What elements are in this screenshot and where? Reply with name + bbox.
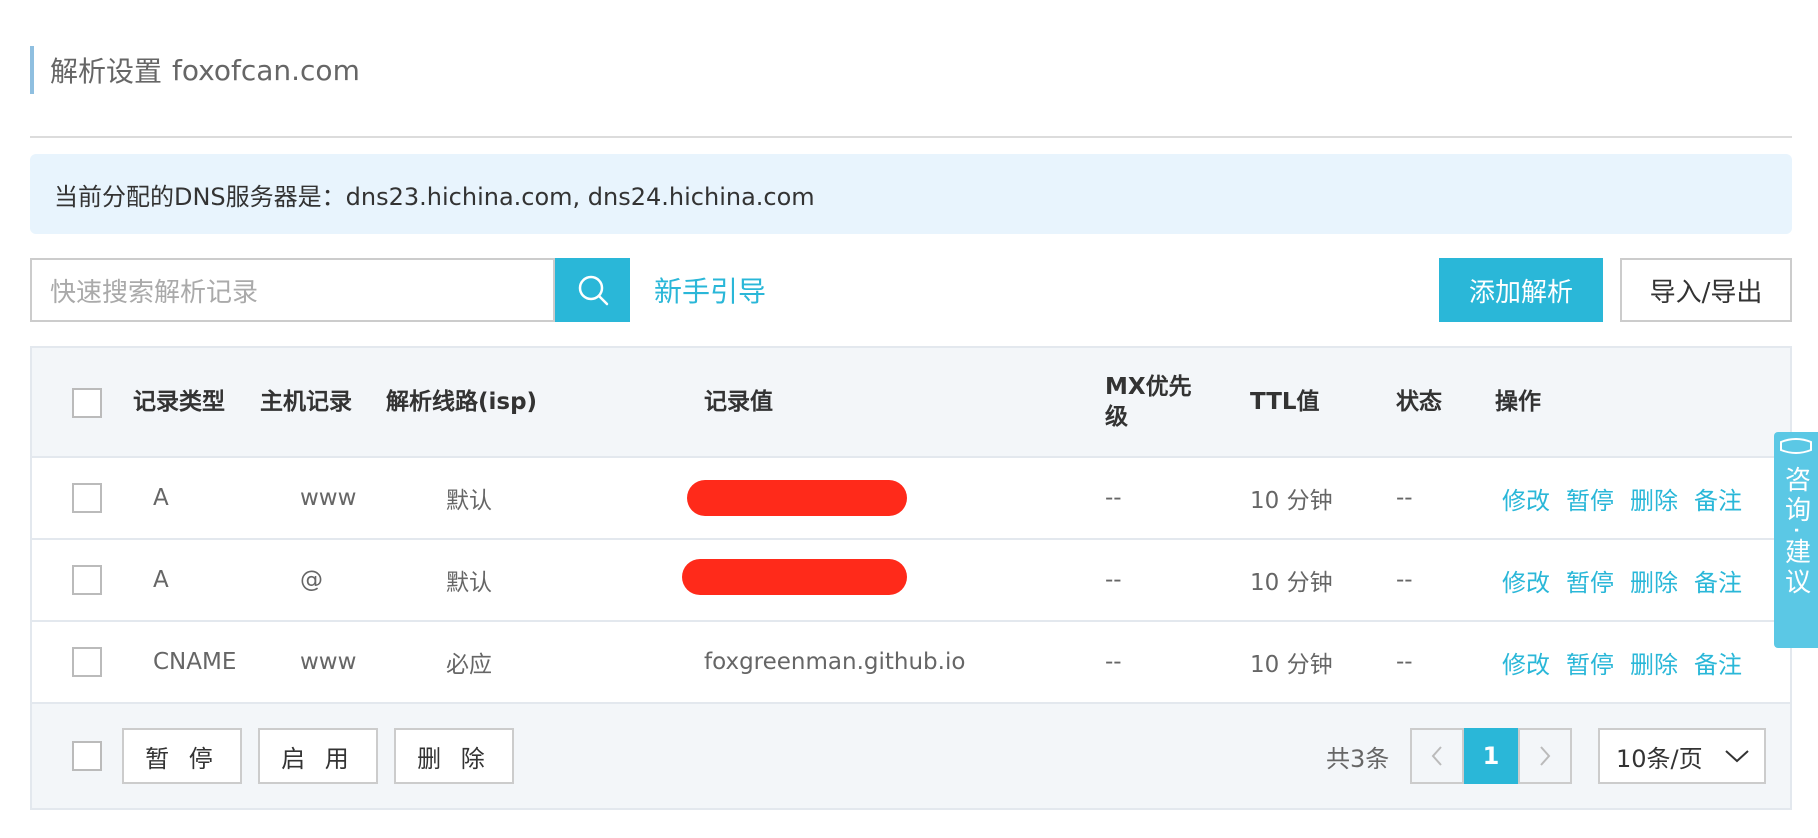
chat-icon xyxy=(1780,438,1812,454)
search-button[interactable] xyxy=(555,258,630,322)
page-title: 解析设置 foxofcan.com xyxy=(30,46,360,94)
cell-mx: -- xyxy=(1105,485,1122,511)
cell-ttl: 10 分钟 xyxy=(1250,570,1333,596)
header-operations: 操作 xyxy=(1495,389,1541,415)
page-1-button[interactable]: 1 xyxy=(1464,728,1518,784)
chevron-down-icon xyxy=(1725,750,1749,763)
search-icon xyxy=(578,275,608,306)
title-divider xyxy=(30,136,1792,138)
table-header: 记录类型 主机记录 解析线路(isp) 记录值 MX优先级 TTL值 状态 操作 xyxy=(32,348,1790,458)
edit-link[interactable]: 修改 xyxy=(1502,481,1550,516)
pagination: 1 xyxy=(1410,728,1572,784)
cell-ttl: 10 分钟 xyxy=(1250,652,1333,678)
delete-link[interactable]: 删除 xyxy=(1630,645,1678,680)
table-row: CNAME www 必应 foxgreenman.github.io -- 10… xyxy=(32,622,1790,704)
prev-page-button[interactable] xyxy=(1410,728,1464,784)
table-row: A @ 默认 -- 10 分钟 -- 修改 暂停 删除 备注 xyxy=(32,540,1790,622)
delete-link[interactable]: 删除 xyxy=(1630,563,1678,598)
cell-status: -- xyxy=(1396,485,1413,511)
table-footer: 暂 停 启 用 删 除 共3条 1 10条/页 xyxy=(32,704,1790,808)
row-checkbox[interactable] xyxy=(72,483,102,513)
table-row: A www 默认 -- 10 分钟 -- 修改 暂停 删除 备注 xyxy=(32,458,1790,540)
cell-status: -- xyxy=(1396,649,1413,675)
next-page-button[interactable] xyxy=(1518,728,1572,784)
batch-enable-button[interactable]: 启 用 xyxy=(258,728,378,784)
header-record-type: 记录类型 xyxy=(133,389,225,415)
cell-type: A xyxy=(153,485,169,511)
cell-host: www xyxy=(300,485,357,511)
page-title-label: 解析设置 xyxy=(50,55,163,88)
header-status: 状态 xyxy=(1396,389,1442,415)
cell-ttl: 10 分钟 xyxy=(1250,488,1333,514)
dns-records-table: 记录类型 主机记录 解析线路(isp) 记录值 MX优先级 TTL值 状态 操作… xyxy=(30,346,1792,810)
note-link[interactable]: 备注 xyxy=(1694,645,1742,680)
cell-mx: -- xyxy=(1105,567,1122,593)
pause-link[interactable]: 暂停 xyxy=(1566,563,1614,598)
cell-value: foxgreenman.github.io xyxy=(704,649,966,675)
row-checkbox[interactable] xyxy=(72,565,102,595)
header-ttl: TTL值 xyxy=(1250,389,1320,415)
redacted-value xyxy=(687,480,907,516)
beginner-guide-link[interactable]: 新手引导 xyxy=(654,266,766,314)
cell-actions: 修改 暂停 删除 备注 xyxy=(1502,622,1758,702)
cell-line: 默认 xyxy=(446,570,492,596)
page-title-domain: foxofcan.com xyxy=(172,53,360,87)
cell-host: www xyxy=(300,649,357,675)
pause-link[interactable]: 暂停 xyxy=(1566,481,1614,516)
total-count: 共3条 xyxy=(1326,744,1390,773)
dns-info-banner: 当前分配的DNS服务器是：dns23.hichina.com, dns24.hi… xyxy=(30,154,1792,234)
search-input[interactable]: 快速搜索解析记录 xyxy=(30,258,555,322)
add-record-button[interactable]: 添加解析 xyxy=(1439,258,1603,322)
cell-status: -- xyxy=(1396,567,1413,593)
import-export-button[interactable]: 导入/导出 xyxy=(1620,258,1792,322)
header-host: 主机记录 xyxy=(260,389,352,415)
redacted-value xyxy=(682,559,907,595)
dns-info-text: 当前分配的DNS服务器是：dns23.hichina.com, dns24.hi… xyxy=(54,182,815,211)
cell-type: A xyxy=(153,567,169,593)
cell-line: 默认 xyxy=(446,488,492,514)
cell-actions: 修改 暂停 删除 备注 xyxy=(1502,540,1758,620)
cell-type: CNAME xyxy=(153,649,237,675)
edit-link[interactable]: 修改 xyxy=(1502,645,1550,680)
edit-link[interactable]: 修改 xyxy=(1502,563,1550,598)
header-line: 解析线路(isp) xyxy=(386,389,538,415)
batch-pause-button[interactable]: 暂 停 xyxy=(122,728,242,784)
page-size-select[interactable]: 10条/页 xyxy=(1598,728,1766,784)
cell-mx: -- xyxy=(1105,649,1122,675)
header-mx-priority: MX优先级 xyxy=(1105,374,1192,430)
cell-line: 必应 xyxy=(446,652,492,678)
consult-label: 咨询·建议 xyxy=(1780,466,1811,599)
batch-delete-button[interactable]: 删 除 xyxy=(394,728,514,784)
chevron-right-icon xyxy=(1540,746,1551,766)
select-all-checkbox[interactable] xyxy=(72,388,102,418)
header-value: 记录值 xyxy=(704,389,773,415)
row-checkbox[interactable] xyxy=(72,647,102,677)
cell-host: @ xyxy=(300,567,323,593)
footer-select-all-checkbox[interactable] xyxy=(72,741,102,771)
delete-link[interactable]: 删除 xyxy=(1630,481,1678,516)
page-size-value: 10条/页 xyxy=(1616,744,1703,773)
search-placeholder: 快速搜索解析记录 xyxy=(50,277,259,308)
note-link[interactable]: 备注 xyxy=(1694,481,1742,516)
chevron-left-icon xyxy=(1431,746,1442,766)
pause-link[interactable]: 暂停 xyxy=(1566,645,1614,680)
note-link[interactable]: 备注 xyxy=(1694,563,1742,598)
consult-suggest-tab[interactable]: 咨询·建议 xyxy=(1774,432,1818,648)
cell-actions: 修改 暂停 删除 备注 xyxy=(1502,458,1758,538)
